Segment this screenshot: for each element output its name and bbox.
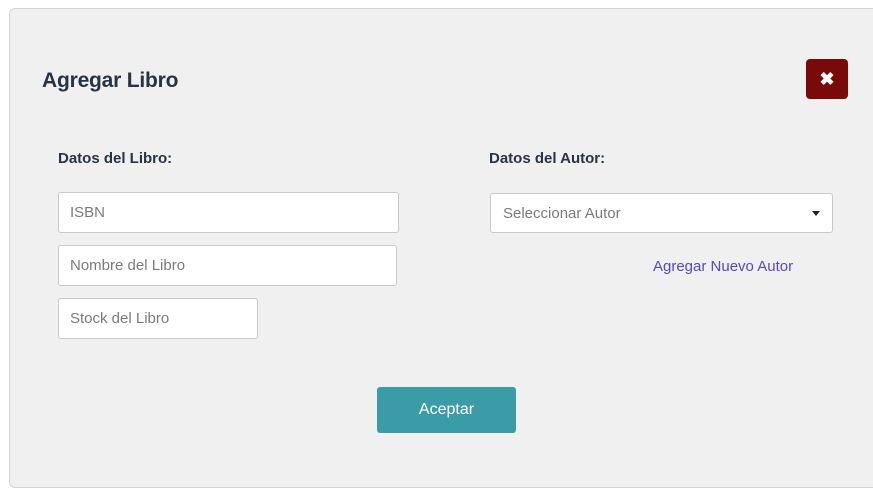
modal-title: Agregar Libro: [42, 69, 179, 92]
chevron-down-icon: [812, 210, 820, 216]
book-stock-input[interactable]: [58, 298, 258, 339]
add-new-author-link[interactable]: Agregar Nuevo Autor: [653, 258, 793, 275]
close-icon: ✖: [819, 68, 835, 89]
author-select-value: Seleccionar Autor: [503, 204, 621, 222]
book-section-label: Datos del Libro:: [58, 150, 173, 167]
book-name-input[interactable]: [58, 245, 397, 286]
author-select[interactable]: Seleccionar Autor: [490, 193, 833, 233]
add-book-modal: Agregar Libro ✖ Datos del Libro: Datos d…: [9, 8, 873, 488]
accept-button[interactable]: Aceptar: [377, 387, 516, 433]
isbn-input[interactable]: [58, 192, 399, 233]
author-section-label: Datos del Autor:: [489, 150, 606, 167]
close-button[interactable]: ✖: [806, 59, 848, 99]
